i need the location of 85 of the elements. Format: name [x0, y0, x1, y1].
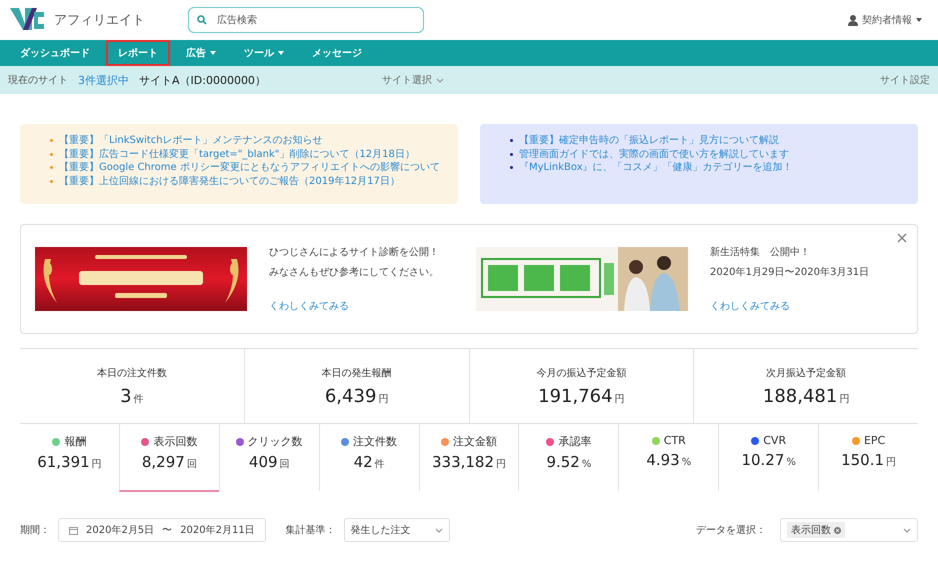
nav-tab[interactable]: ダッシュボード: [8, 40, 102, 66]
search-field[interactable]: 広告検索: [188, 7, 424, 33]
chevron-down-icon: [436, 78, 444, 82]
search-icon: [197, 15, 207, 25]
nav-tab[interactable]: 広告: [174, 40, 228, 66]
chevron-down-icon: [903, 528, 911, 532]
close-button[interactable]: [897, 233, 907, 243]
basis-select[interactable]: 発生した注文: [344, 518, 450, 542]
chevron-down-icon: [434, 528, 443, 532]
bullet-icon: [50, 166, 53, 170]
bullet-icon: [50, 152, 53, 156]
metric-label: 注文件数: [353, 434, 398, 449]
promo-text: ひつじさんによるサイト診断を公開！: [269, 246, 440, 259]
notice-link[interactable]: 【重要】上位回線における障害発生についてのご報告（2019年12月17日）: [59, 174, 400, 188]
bullet-icon: [50, 180, 53, 183]
selection-count-link[interactable]: 3件選択中: [78, 72, 129, 88]
data-select[interactable]: 表示回数: [780, 518, 918, 542]
notice-link[interactable]: 【重要】広告コード仕様変更「target="_blank"」削除について（12月18日）: [59, 148, 415, 161]
metric-value: 42 件: [354, 453, 385, 471]
bullet-icon: [510, 139, 513, 142]
metric-tab[interactable]: 承認率 9.52%: [518, 424, 618, 492]
bullet-icon: [510, 166, 513, 170]
metric-label: 報酬: [64, 434, 86, 449]
current-site-label: 現在のサイト: [8, 74, 68, 87]
metric-value: 9.52%: [546, 453, 592, 471]
selected-tag[interactable]: 表示回数: [787, 522, 845, 538]
nav-tab[interactable]: ツール: [232, 40, 296, 66]
metric-tab[interactable]: EPC 150.1 円: [818, 424, 918, 492]
metric-label: クリック数: [248, 434, 303, 449]
notice-link[interactable]: 【重要】確定申告時の「振込レポート」見方について解説: [519, 134, 779, 148]
account-menu[interactable]: 契約者情報: [842, 12, 928, 28]
user-icon: [848, 14, 858, 26]
details-link[interactable]: くわしくみてみる: [269, 299, 459, 313]
metric-value: 61,391 円: [37, 453, 102, 471]
notice-link[interactable]: 管理画面ガイドでは、実際の画面で使い方を解説しています: [519, 148, 789, 161]
period-label: 期間：: [20, 524, 50, 537]
site-name: サイトA（ID:0000000）: [139, 72, 266, 88]
metric-tab[interactable]: 報酬 61,391 円: [20, 424, 119, 492]
metric-value: 409 回: [248, 453, 290, 471]
metric-label: 表示回数: [153, 434, 198, 449]
caret-icon: [916, 18, 922, 22]
metric-label: EPC: [864, 434, 886, 447]
notice-link[interactable]: 【重要】Google Chrome ポリシー変更にともなうアフィリエイトへの影響について: [59, 161, 440, 174]
date-range-field[interactable]: 2020年2月5日 〜 2020年2月11日: [58, 518, 266, 542]
bullet-icon: [510, 152, 513, 156]
metric-label: 承認率: [558, 434, 592, 449]
details-link[interactable]: くわしくみてみる: [710, 299, 900, 313]
metric-label: CVR: [763, 434, 786, 447]
summary-value: 191,764 円: [538, 386, 625, 406]
metric-value: 4.93%: [646, 451, 692, 469]
brand-name: アフィリエイト: [54, 12, 146, 29]
metric-tab[interactable]: 表示回数 8,297 回: [118, 424, 219, 492]
calendar-icon: [69, 526, 78, 534]
summary-value: 188,481 円: [762, 386, 850, 406]
nav-tab[interactable]: レポート: [106, 40, 170, 66]
metric-label: CTR: [664, 434, 686, 447]
data-select-label: データを選択：: [696, 524, 766, 537]
summary-label: 本日の発生報酬: [322, 366, 392, 380]
metric-tab[interactable]: CVR 10.27%: [718, 424, 818, 492]
nav-tab[interactable]: メッセージ: [300, 40, 374, 66]
metric-value: 333,182 円: [432, 453, 506, 471]
notice-link[interactable]: 【重要】「LinkSwitchレポート」メンテナンスのお知らせ: [59, 134, 323, 148]
metric-value: 10.27%: [741, 451, 796, 469]
promo-text: 2020年1月29日〜2020年3月31日: [710, 266, 870, 279]
metric-tab[interactable]: 注文件数 42 件: [318, 424, 419, 492]
summary-value: 6,439 円: [324, 386, 388, 406]
summary-label: 本日の注文件数: [96, 366, 167, 380]
metric-label: 注文金額: [453, 434, 497, 449]
notice-link[interactable]: 『MyLinkBox』に、「コスメ」「健康」カテゴリーを追加！: [519, 161, 793, 174]
basis-label: 集計基準：: [286, 524, 336, 537]
bullet-icon: [50, 139, 53, 142]
promo-text: みなさんもぜひ参考にしてください。: [269, 266, 440, 279]
metric-value: 150.1 円: [841, 451, 896, 469]
site-settings-link[interactable]: サイト設定: [880, 73, 930, 87]
site-select[interactable]: サイト選択: [376, 72, 450, 88]
metric-tab[interactable]: CTR 4.93%: [618, 424, 718, 492]
metric-tab[interactable]: 注文金額 333,182 円: [418, 424, 518, 492]
close-icon: [897, 233, 907, 243]
metric-tab[interactable]: クリック数 409 回: [218, 424, 319, 492]
promo-text: 新生活特集 公開中！: [710, 246, 811, 259]
metric-value: 8,297 回: [142, 453, 197, 471]
summary-label: 次月振込予定金額: [766, 366, 846, 380]
summary-value: 3 件: [120, 386, 144, 406]
summary-label: 今月の振込予定金額: [536, 366, 626, 380]
remove-icon: [834, 526, 841, 534]
